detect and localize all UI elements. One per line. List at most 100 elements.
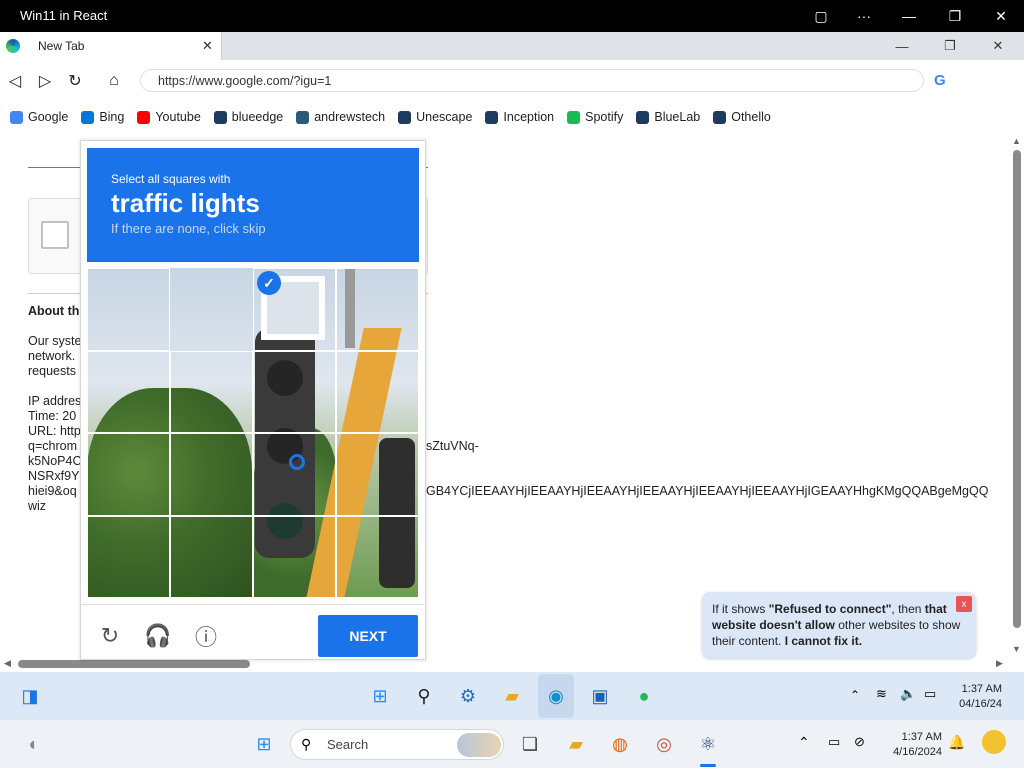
chevron-up-icon[interactable]: ⌃ — [798, 734, 810, 751]
battery-icon[interactable]: ▭ — [924, 686, 936, 702]
file-explorer-icon[interactable]: ▰ — [498, 682, 526, 710]
next-button[interactable]: NEXT — [318, 615, 418, 657]
captcha-cell[interactable] — [170, 515, 253, 598]
captcha-cell[interactable] — [253, 433, 336, 516]
bookmark-blueedge[interactable]: blueedge — [213, 110, 283, 124]
captcha-target: traffic lights — [111, 188, 260, 218]
toast-close-button[interactable]: x — [956, 596, 972, 612]
taskbar-search-box[interactable]: ⚲ Search — [290, 729, 504, 760]
bell-icon[interactable]: 🔔 — [948, 734, 965, 751]
browser-close-button[interactable]: ✕ — [974, 32, 1022, 60]
blueedge-icon — [213, 110, 227, 124]
weather-icon[interactable]: ◐ — [20, 730, 48, 758]
bookmark-bing[interactable]: Bing — [81, 110, 124, 124]
task-view-icon[interactable]: ❏ — [516, 730, 544, 758]
minimize-button[interactable]: — — [886, 0, 932, 32]
toast-text-bold: "Refused to connect" — [768, 602, 892, 616]
bookmark-google[interactable]: Google — [10, 110, 68, 124]
browser-minimize-button[interactable]: — — [878, 32, 926, 60]
maximize-button[interactable]: ❐ — [932, 0, 978, 32]
settings-icon[interactable]: ⚙ — [454, 682, 482, 710]
scroll-up-icon[interactable]: ▲ — [1012, 136, 1021, 146]
bookmark-label: Spotify — [585, 110, 624, 124]
reload-icon[interactable]: ↻ — [64, 70, 86, 92]
bookmark-inception[interactable]: Inception — [485, 110, 554, 124]
bookmark-label: Google — [28, 110, 69, 124]
wifi-icon[interactable]: ≋ — [876, 686, 887, 702]
file-explorer-icon[interactable]: ▰ — [562, 730, 590, 758]
bookmark-label: Inception — [503, 110, 555, 124]
browser-maximize-button[interactable]: ❐ — [926, 32, 974, 60]
start-icon[interactable]: ⊞ — [250, 730, 278, 758]
scroll-down-icon[interactable]: ▼ — [1012, 644, 1021, 654]
reload-challenge-icon[interactable]: ↻ — [96, 622, 124, 650]
url-tail-1: sZtuVNq- — [426, 439, 479, 453]
widgets-icon[interactable]: ◨ — [16, 682, 44, 710]
bookmark-youtube[interactable]: Youtube — [137, 110, 201, 124]
bookmark-unescape[interactable]: Unescape — [398, 110, 472, 124]
home-icon[interactable]: ⌂ — [103, 70, 125, 92]
firefox-icon[interactable]: ◍ — [606, 730, 634, 758]
cast-icon[interactable]: ▢ — [798, 0, 844, 32]
spotify-icon[interactable]: ● — [630, 682, 658, 710]
bluelab-icon — [636, 110, 650, 124]
back-icon[interactable]: ◁ — [4, 70, 26, 92]
chrome-icon[interactable]: ◎ — [650, 730, 678, 758]
scroll-right-icon[interactable]: ▶ — [996, 658, 1003, 669]
bookmark-label: Youtube — [155, 110, 201, 124]
forward-icon[interactable]: ▷ — [34, 70, 56, 92]
captcha-cell[interactable] — [87, 350, 170, 433]
bookmark-othello[interactable]: Othello — [713, 110, 771, 124]
address-bar[interactable]: https://www.google.com/?igu=1 — [140, 69, 924, 92]
youtube-icon — [137, 110, 151, 124]
captcha-cell[interactable] — [253, 350, 336, 433]
text-line: Our syste — [28, 334, 82, 348]
horizontal-scroll-thumb[interactable] — [18, 660, 250, 668]
captcha-cell[interactable] — [336, 433, 419, 516]
vertical-scroll-thumb[interactable] — [1013, 150, 1021, 628]
details-text: IP addres Time: 20 URL: http q=chrom k5NoP4C… — [28, 394, 82, 514]
captcha-cell[interactable] — [253, 515, 336, 598]
captcha-cell[interactable] — [87, 433, 170, 516]
captcha-cell[interactable] — [170, 433, 253, 516]
time-text: 1:37 AM — [901, 731, 942, 743]
text-line: requests — [28, 364, 76, 378]
close-button[interactable]: ✕ — [978, 0, 1024, 32]
react-app-icon[interactable]: ⚛ — [694, 730, 722, 758]
captcha-cell[interactable] — [170, 268, 253, 351]
text-line: URL: http — [28, 424, 81, 438]
clock-inner[interactable]: 1:37 AM 04/16/24 — [950, 682, 1002, 712]
volume-icon[interactable]: 🔈 — [900, 686, 916, 702]
more-icon[interactable]: ··· — [841, 0, 887, 32]
bookmark-bluelab[interactable]: BlueLab — [636, 110, 700, 124]
info-icon[interactable]: ⓘ — [192, 622, 220, 650]
captcha-cell[interactable] — [336, 515, 419, 598]
search-icon[interactable]: ⚲ — [410, 682, 438, 710]
captcha-cell[interactable] — [336, 268, 419, 351]
copilot-icon[interactable] — [982, 730, 1006, 754]
store-icon[interactable]: ▣ — [586, 682, 614, 710]
bookmark-label: Bing — [99, 110, 125, 124]
captcha-cell[interactable] — [170, 350, 253, 433]
chevron-up-icon[interactable]: ⌃ — [850, 688, 860, 702]
captcha-cell[interactable] — [87, 268, 170, 351]
bookmark-spotify[interactable]: Spotify — [567, 110, 623, 124]
clock-host[interactable]: 1:37 AM 4/16/2024 — [880, 730, 942, 760]
network-icon[interactable]: ⊘ — [854, 734, 865, 750]
recaptcha-checkbox[interactable] — [41, 221, 69, 249]
google-icon[interactable]: G — [934, 72, 946, 89]
display-icon[interactable]: ▭ — [828, 734, 840, 750]
captcha-hint: If there are none, click skip — [111, 221, 266, 236]
edge-icon[interactable]: ◉ — [542, 682, 570, 710]
address-text[interactable]: https://www.google.com/?igu=1 — [158, 74, 331, 88]
captcha-cell[interactable] — [87, 515, 170, 598]
bookmark-label: andrewstech — [314, 110, 386, 124]
audio-challenge-icon[interactable]: 🎧 — [144, 622, 172, 650]
bookmark-andrewstech[interactable]: andrewstech — [296, 110, 385, 124]
tab-close-icon[interactable]: ✕ — [202, 38, 213, 54]
scroll-left-icon[interactable]: ◀ — [4, 658, 11, 669]
captcha-cell[interactable] — [336, 350, 419, 433]
tab-new-tab[interactable]: New Tab ✕ — [0, 32, 222, 60]
start-icon[interactable]: ⊞ — [366, 682, 394, 710]
google-icon — [10, 110, 23, 124]
